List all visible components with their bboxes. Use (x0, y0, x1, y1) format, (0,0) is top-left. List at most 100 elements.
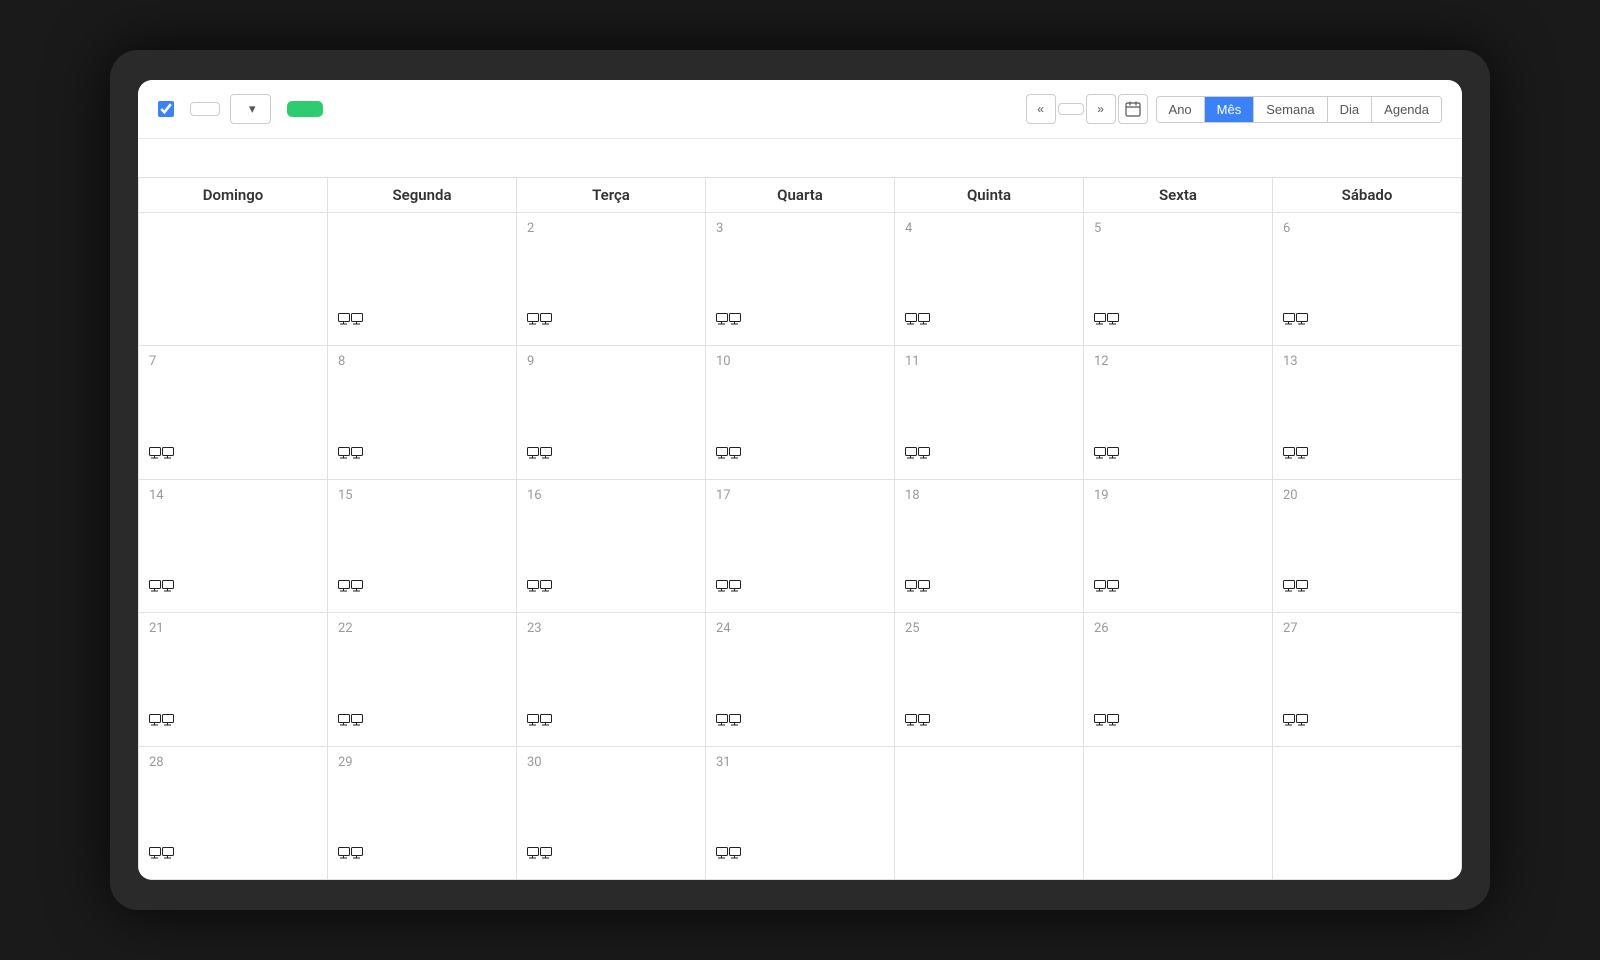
cell-date-number: 25 (905, 621, 1073, 636)
next-next-button[interactable]: » (1086, 94, 1116, 124)
add-event-button[interactable] (287, 101, 323, 117)
show-all-checkbox[interactable] (158, 101, 180, 117)
cell-date-number: 12 (1094, 354, 1262, 369)
calendar-cell[interactable]: 26 (1084, 613, 1273, 746)
calendar-cell[interactable] (895, 747, 1084, 880)
calendar-cell[interactable]: 2 (517, 213, 706, 346)
calendar-cell[interactable]: 27 (1273, 613, 1462, 746)
calendar-cell[interactable]: 13 (1273, 346, 1462, 479)
cell-date-number: 18 (905, 488, 1073, 503)
monitor-pair-icon (1094, 712, 1262, 738)
cell-date-number: 10 (716, 354, 884, 369)
monitor-pair-icon (716, 311, 884, 337)
prev-prev-button[interactable]: « (1026, 94, 1056, 124)
calendar-cell[interactable]: 28 (139, 747, 328, 880)
cell-date-number: 2 (527, 221, 695, 236)
cell-date-number: 27 (1283, 621, 1451, 636)
monitor-pair-icon (149, 712, 317, 738)
calendar-cell[interactable]: 31 (706, 747, 895, 880)
calendar-cell[interactable]: 7 (139, 346, 328, 479)
cell-date-number: 14 (149, 488, 317, 503)
cell-date-number: 22 (338, 621, 506, 636)
calendar-cell[interactable] (1273, 747, 1462, 880)
calendar-cell[interactable]: 3 (706, 213, 895, 346)
players-button[interactable] (190, 102, 220, 116)
cell-date-number: 24 (716, 621, 884, 636)
cell-date-number: 20 (1283, 488, 1451, 503)
monitor-pair-icon (338, 578, 506, 604)
view-dia-button[interactable]: Dia (1328, 97, 1373, 122)
calendar-cell[interactable]: 19 (1084, 480, 1273, 613)
view-group: Ano Mês Semana Dia Agenda (1156, 96, 1442, 123)
calendar-cell[interactable]: 24 (706, 613, 895, 746)
monitor-pair-icon (338, 712, 506, 738)
cell-date-number: 21 (149, 621, 317, 636)
cell-date-number: 17 (716, 488, 884, 503)
app-container: ▾ « » Ano Mês Semana (138, 80, 1462, 880)
day-header-quinta: Quinta (895, 178, 1084, 213)
calendar-cell[interactable]: 15 (328, 480, 517, 613)
calendar-cell[interactable]: 20 (1273, 480, 1462, 613)
calendar-cell[interactable]: 25 (895, 613, 1084, 746)
toolbar: ▾ « » Ano Mês Semana (138, 80, 1462, 139)
monitor-pair-icon (1283, 578, 1451, 604)
cell-date-number: 3 (716, 221, 884, 236)
monitor-pair-icon (527, 845, 695, 871)
cell-date-number: 23 (527, 621, 695, 636)
device-frame: ▾ « » Ano Mês Semana (110, 50, 1490, 910)
calendar-cell[interactable]: 30 (517, 747, 706, 880)
today-button[interactable] (1058, 103, 1084, 115)
calendar-cell[interactable]: 4 (895, 213, 1084, 346)
monitor-pair-icon (527, 712, 695, 738)
monitor-pair-icon (149, 578, 317, 604)
cell-date-number: 29 (338, 755, 506, 770)
calendar-cell[interactable]: 21 (139, 613, 328, 746)
calendar-icon-button[interactable] (1118, 94, 1148, 124)
calendar-cell[interactable] (139, 213, 328, 346)
cell-date-number: 31 (716, 755, 884, 770)
layout-campanha-button[interactable]: ▾ (230, 94, 271, 124)
cell-date-number: 6 (1283, 221, 1451, 236)
monitor-pair-icon (1283, 445, 1451, 471)
calendar-cell[interactable]: 16 (517, 480, 706, 613)
cell-date-number: 4 (905, 221, 1073, 236)
view-ano-button[interactable]: Ano (1157, 97, 1205, 122)
calendar-cell[interactable]: 22 (328, 613, 517, 746)
calendar-cell[interactable] (328, 213, 517, 346)
view-agenda-button[interactable]: Agenda (1372, 97, 1441, 122)
cell-date-number: 19 (1094, 488, 1262, 503)
calendar-cell[interactable]: 5 (1084, 213, 1273, 346)
calendar-cell[interactable]: 14 (139, 480, 328, 613)
cell-date-number: 8 (338, 354, 506, 369)
monitor-pair-icon (905, 578, 1073, 604)
cell-date-number: 13 (1283, 354, 1451, 369)
monitor-pair-icon (338, 445, 506, 471)
monitor-pair-icon (1094, 578, 1262, 604)
calendar-cell[interactable]: 6 (1273, 213, 1462, 346)
monitor-pair-icon (1094, 311, 1262, 337)
monitor-pair-icon (1283, 311, 1451, 337)
calendar-cell[interactable]: 12 (1084, 346, 1273, 479)
monitor-pair-icon (905, 311, 1073, 337)
view-semana-button[interactable]: Semana (1254, 97, 1327, 122)
cell-date-number: 7 (149, 354, 317, 369)
monitor-pair-icon (338, 311, 506, 337)
cell-date-number: 5 (1094, 221, 1262, 236)
cell-date-number: 11 (905, 354, 1073, 369)
calendar-cell[interactable]: 29 (328, 747, 517, 880)
calendar-cell[interactable]: 17 (706, 480, 895, 613)
show-all-input[interactable] (158, 101, 174, 117)
calendar-cell[interactable]: 11 (895, 346, 1084, 479)
calendar-cell[interactable]: 23 (517, 613, 706, 746)
cell-date-number: 30 (527, 755, 695, 770)
day-header-domingo: Domingo (139, 178, 328, 213)
calendar-cell[interactable]: 9 (517, 346, 706, 479)
calendar-cell[interactable]: 10 (706, 346, 895, 479)
monitor-pair-icon (1283, 712, 1451, 738)
calendar-cell[interactable]: 18 (895, 480, 1084, 613)
calendar-cell[interactable] (1084, 747, 1273, 880)
calendar-cell[interactable]: 8 (328, 346, 517, 479)
monitor-pair-icon (905, 445, 1073, 471)
view-mes-button[interactable]: Mês (1205, 97, 1255, 122)
monitor-pair-icon (905, 712, 1073, 738)
